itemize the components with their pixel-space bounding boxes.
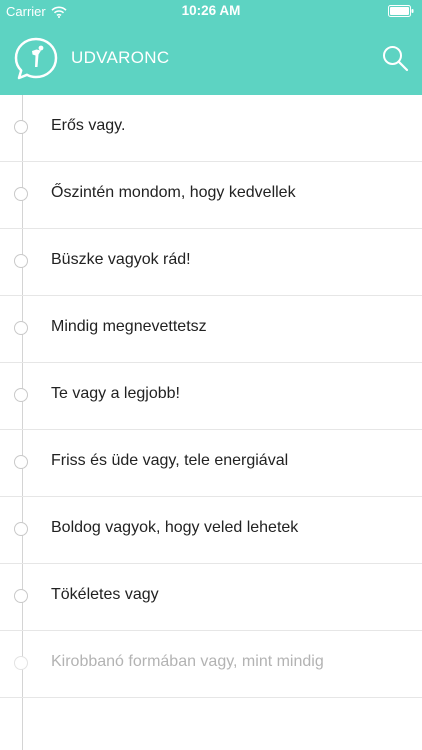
- timeline-dot-icon: [14, 388, 28, 402]
- timeline-dot-icon: [14, 522, 28, 536]
- list-item[interactable]: Mindig megnevettetsz: [0, 296, 422, 363]
- nav-bar: UDVARONC: [0, 22, 422, 95]
- list-item-label: Büszke vagyok rád!: [51, 251, 191, 268]
- compliment-list: Erős vagy. Őszintén mondom, hogy kedvell…: [0, 95, 422, 698]
- list-item[interactable]: Kirobbanó formában vagy, mint mindig: [0, 631, 422, 698]
- timeline-dot-icon: [14, 321, 28, 335]
- list-item-label: Mindig megnevettetsz: [51, 318, 207, 335]
- list-item[interactable]: Tökéletes vagy: [0, 564, 422, 631]
- list-item[interactable]: Büszke vagyok rád!: [0, 229, 422, 296]
- app-title: UDVARONC: [71, 48, 170, 67]
- status-bar: Carrier 10:26 AM: [0, 0, 422, 22]
- row-divider: [0, 697, 422, 698]
- list-item-label: Kirobbanó formában vagy, mint mindig: [51, 653, 324, 670]
- list-item-label: Friss és üde vagy, tele energiával: [51, 452, 289, 469]
- speech-bubble-person-icon: [14, 37, 58, 80]
- status-time: 10:26 AM: [181, 3, 241, 18]
- timeline-dot-icon: [14, 589, 28, 603]
- timeline-dot-icon: [14, 455, 28, 469]
- battery-icon: [388, 5, 414, 17]
- list-item[interactable]: Friss és üde vagy, tele energiával: [0, 430, 422, 497]
- list-item-label: Te vagy a legjobb!: [51, 385, 180, 402]
- timeline-dot-icon: [14, 120, 28, 134]
- list-item-label: Őszintén mondom, hogy kedvellek: [51, 184, 296, 201]
- list-item-label: Erős vagy.: [51, 117, 126, 134]
- list-item[interactable]: Erős vagy.: [0, 95, 422, 162]
- app-header: Carrier 10:26 AM UDVARONC: [0, 0, 422, 95]
- timeline-dot-icon: [14, 187, 28, 201]
- search-icon[interactable]: [380, 43, 410, 73]
- list-item[interactable]: Boldog vagyok, hogy veled lehetek: [0, 497, 422, 564]
- list-item[interactable]: Őszintén mondom, hogy kedvellek: [0, 162, 422, 229]
- timeline-dot-icon: [14, 656, 28, 670]
- list-item-label: Boldog vagyok, hogy veled lehetek: [51, 519, 299, 536]
- list-item[interactable]: Te vagy a legjobb!: [0, 363, 422, 430]
- timeline-dot-icon: [14, 254, 28, 268]
- list-item-label: Tökéletes vagy: [51, 586, 159, 603]
